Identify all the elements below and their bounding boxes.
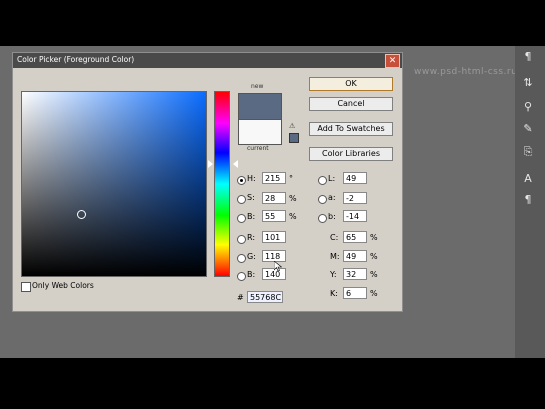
b-channel-radio[interactable] — [318, 214, 327, 223]
green-label: G: — [247, 252, 256, 261]
history-brush-icon[interactable]: ⎘ — [521, 145, 535, 159]
saturation-brightness-field[interactable] — [21, 91, 207, 277]
a-channel-radio[interactable] — [318, 195, 327, 204]
yellow-unit: % — [370, 270, 378, 279]
saturation-field[interactable]: 28 — [262, 192, 286, 204]
ok-button[interactable]: OK — [309, 77, 393, 91]
lightness-label: L: — [328, 174, 336, 183]
color-libraries-button[interactable]: Color Libraries — [309, 147, 393, 161]
red-radio[interactable] — [237, 235, 246, 244]
magenta-unit: % — [370, 252, 378, 261]
blue-label: B: — [247, 270, 256, 279]
lightness-field[interactable]: 49 — [343, 172, 367, 184]
brightness-label: B: — [247, 212, 256, 221]
magenta-label: M: — [330, 252, 340, 261]
hex-field[interactable]: 55768C — [247, 291, 283, 303]
type-icon[interactable]: A — [521, 172, 535, 186]
mouse-pointer-icon — [274, 261, 282, 272]
only-web-colors-label: Only Web Colors — [32, 281, 94, 290]
color-field-cursor[interactable] — [77, 210, 86, 219]
cancel-button[interactable]: Cancel — [309, 97, 393, 111]
cyan-label: C: — [330, 233, 339, 242]
b-channel-label: b: — [328, 212, 336, 221]
brightness-radio[interactable] — [237, 214, 246, 223]
black-field[interactable]: 6 — [343, 287, 367, 299]
hex-label: # — [237, 293, 244, 302]
yellow-field[interactable]: 32 — [343, 268, 367, 280]
b-channel-field[interactable]: -14 — [343, 210, 367, 222]
screen: www.psd-html-css.ru ¶ ⇅ ⚲ ✎ ⎘ A ¶ Color … — [0, 0, 545, 409]
color-picker-dialog: Color Picker (Foreground Color) ✕ new cu… — [12, 52, 403, 312]
black-label: K: — [330, 289, 338, 298]
paragraph-icon[interactable]: ¶ — [521, 193, 535, 207]
red-field[interactable]: 101 — [262, 231, 286, 243]
cyan-unit: % — [370, 233, 378, 242]
gamut-warning-icon[interactable]: ⚠ — [289, 123, 297, 130]
brightness-unit: % — [289, 212, 297, 221]
hue-label: H: — [247, 174, 256, 183]
new-color-swatch — [238, 93, 282, 120]
blue-radio[interactable] — [237, 272, 246, 281]
hue-handle-left-arrow-icon — [208, 160, 213, 168]
clone-stamp-icon[interactable]: ⚲ — [521, 100, 535, 114]
hue-slider[interactable] — [214, 91, 230, 277]
saturation-radio[interactable] — [237, 195, 246, 204]
current-color-label: current — [247, 145, 269, 152]
only-web-colors-checkbox[interactable] — [21, 282, 31, 292]
saturation-unit: % — [289, 194, 297, 203]
brush-icon[interactable]: ✎ — [521, 122, 535, 136]
new-color-label: new — [251, 83, 264, 90]
lightness-radio[interactable] — [318, 176, 327, 185]
dialog-title: Color Picker (Foreground Color) — [17, 55, 135, 64]
hue-unit: ° — [289, 174, 293, 183]
watermark-text: www.psd-html-css.ru — [414, 67, 518, 77]
red-label: R: — [247, 233, 256, 242]
paragraph-glyph-icon[interactable]: ¶ — [521, 50, 535, 64]
dialog-titlebar[interactable]: Color Picker (Foreground Color) ✕ — [13, 53, 402, 68]
add-to-swatches-button[interactable]: Add To Swatches — [309, 122, 393, 136]
close-icon[interactable]: ✕ — [385, 54, 400, 68]
saturation-label: S: — [247, 193, 255, 202]
yellow-label: Y: — [330, 270, 337, 279]
a-channel-field[interactable]: -2 — [343, 192, 367, 204]
green-radio[interactable] — [237, 254, 246, 263]
character-icon[interactable]: ⇅ — [521, 76, 535, 90]
letterbox-bottom — [0, 358, 545, 409]
hue-slider-handle[interactable] — [208, 160, 238, 168]
a-channel-label: a: — [328, 193, 336, 202]
hue-radio[interactable] — [237, 176, 246, 185]
cyan-field[interactable]: 65 — [343, 231, 367, 243]
magenta-field[interactable]: 49 — [343, 250, 367, 262]
hue-handle-right-arrow-icon — [233, 160, 238, 168]
brightness-field[interactable]: 55 — [262, 210, 286, 222]
current-color-swatch[interactable] — [238, 119, 282, 145]
hue-field[interactable]: 215 — [262, 172, 286, 184]
web-safe-swatch[interactable] — [289, 133, 299, 143]
black-unit: % — [370, 289, 378, 298]
letterbox-top — [0, 0, 545, 46]
